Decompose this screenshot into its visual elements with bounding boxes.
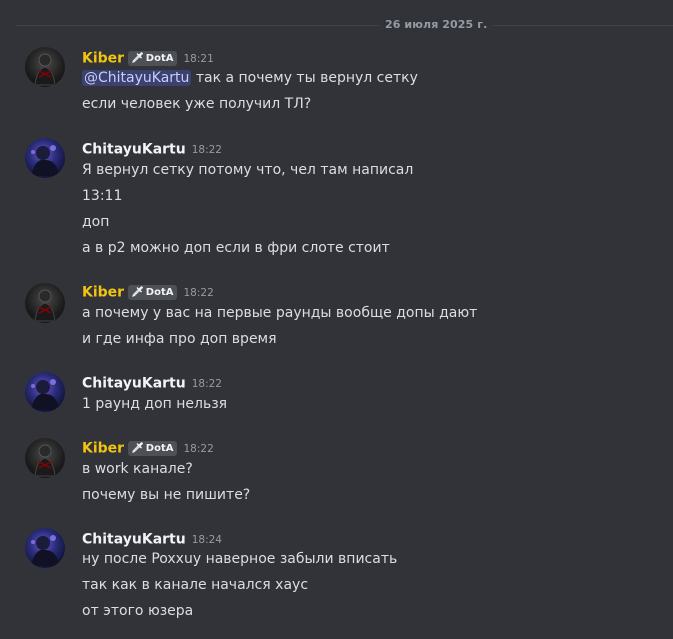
dota-sword-icon: 🗡	[131, 53, 144, 64]
message-line: ну после Poxxuy наверное забыли вписать	[82, 551, 398, 567]
role-tag-label: DotA	[145, 53, 174, 64]
role-tag[interactable]: 🗡 DotA	[128, 51, 178, 66]
username[interactable]: Kiber	[82, 51, 124, 67]
message-line: от этого юзера	[82, 603, 194, 619]
message-line: а в р2 можно доп если в фри слоте стоит	[82, 240, 390, 256]
username[interactable]: ChitayuKartu	[82, 532, 186, 548]
message-line: Я вернул сетку потому что, чел там напис…	[82, 162, 414, 178]
message-line: 1 раунд доп нельзя	[82, 396, 228, 412]
date-divider	[16, 25, 673, 26]
avatar-image	[31, 145, 59, 176]
message-line: а почему у вас на первые раунды вообще д…	[82, 305, 478, 321]
avatar-image	[31, 379, 59, 410]
message-header: ChitayuKartu 18:24	[82, 529, 222, 551]
dota-sword-icon: 🗡	[131, 287, 144, 298]
timestamp: 18:22	[191, 377, 222, 390]
avatar[interactable]	[25, 528, 65, 568]
timestamp: 18:24	[191, 533, 222, 546]
timestamp: 18:21	[183, 52, 214, 65]
message-line: 13:11	[82, 188, 123, 204]
date-divider-label: 26 июля 2025 г.	[379, 18, 494, 31]
username[interactable]: Kiber	[82, 441, 124, 457]
dota-sword-icon: 🗡	[131, 443, 144, 454]
avatar[interactable]	[25, 372, 65, 412]
username[interactable]: ChitayuKartu	[82, 376, 186, 392]
username[interactable]: ChitayuKartu	[82, 142, 186, 158]
role-tag-label: DotA	[145, 443, 174, 454]
message-header: ChitayuKartu 18:22	[82, 373, 222, 395]
timestamp: 18:22	[183, 286, 214, 299]
message-line: и где инфа про доп время	[82, 331, 277, 347]
avatar[interactable]	[25, 47, 65, 87]
avatar-image	[34, 289, 56, 322]
avatar-image	[34, 53, 56, 86]
message-line: так как в канале начался хаус	[82, 577, 309, 593]
avatar[interactable]	[25, 138, 65, 178]
message-text: так а почему ты вернул сетку	[195, 70, 418, 86]
role-tag-label: DotA	[145, 287, 174, 298]
message-line: @ChitayuKartu так а почему ты вернул сет…	[82, 68, 418, 88]
avatar-image	[31, 535, 59, 566]
message-line: если человек уже получил ТЛ?	[82, 96, 312, 112]
username[interactable]: Kiber	[82, 285, 124, 301]
message-line: почему вы не пишите?	[82, 487, 251, 503]
timestamp: 18:22	[191, 143, 222, 156]
message-header: Kiber 🗡 DotA 18:21	[82, 48, 214, 70]
message-line: доп	[82, 214, 110, 230]
message-header: ChitayuKartu 18:22	[82, 139, 222, 161]
avatar[interactable]	[25, 283, 65, 323]
message-line: в work канале?	[82, 461, 193, 477]
timestamp: 18:22	[183, 442, 214, 455]
role-tag[interactable]: 🗡 DotA	[128, 285, 178, 300]
message-header: Kiber 🗡 DotA 18:22	[82, 438, 214, 460]
user-mention[interactable]: @ChitayuKartu	[82, 70, 192, 86]
role-tag[interactable]: 🗡 DotA	[128, 441, 178, 456]
message-header: Kiber 🗡 DotA 18:22	[82, 282, 214, 304]
avatar[interactable]	[25, 438, 65, 478]
avatar-image	[34, 444, 56, 477]
